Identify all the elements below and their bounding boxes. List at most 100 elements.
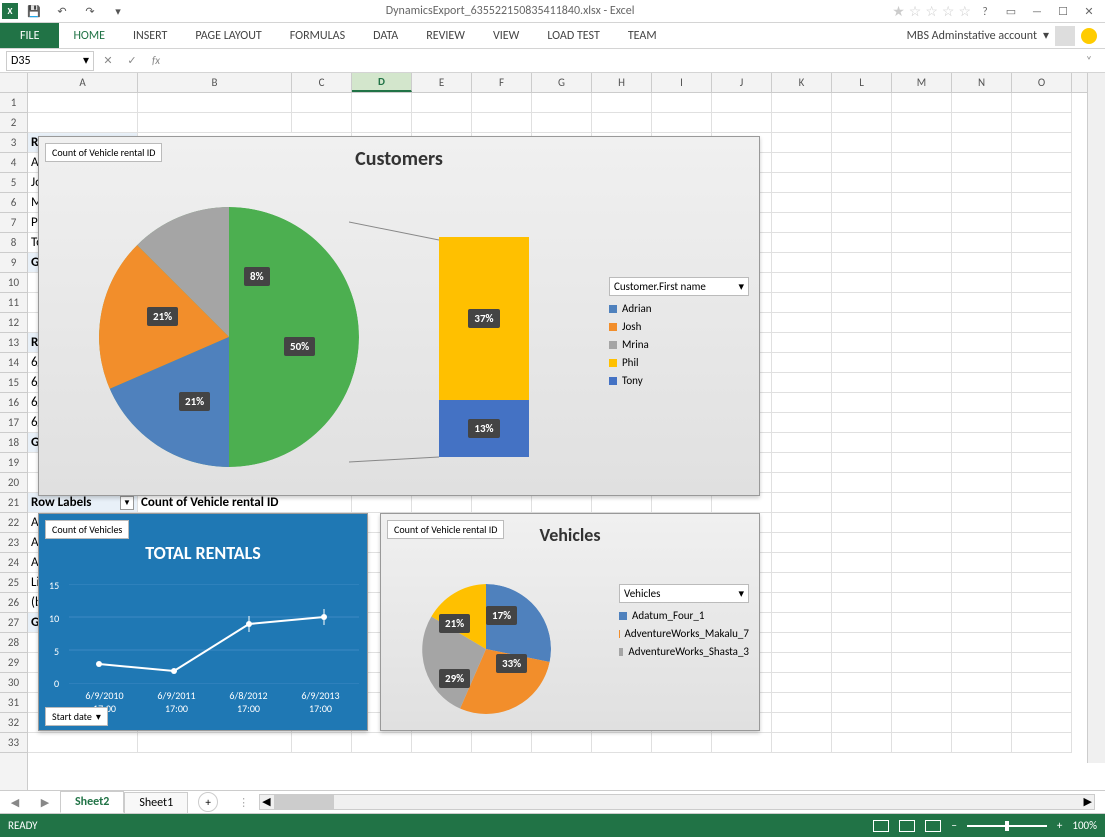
zoom-out-icon[interactable]: −	[951, 819, 956, 832]
cell[interactable]	[352, 493, 412, 513]
col-header[interactable]: E	[412, 73, 472, 92]
col-header[interactable]: K	[772, 73, 832, 92]
tab-file[interactable]: FILE	[0, 23, 59, 48]
cell[interactable]	[832, 293, 892, 313]
cell[interactable]	[652, 93, 712, 113]
cell[interactable]	[712, 113, 772, 133]
cell[interactable]	[592, 493, 652, 513]
cell[interactable]	[892, 213, 952, 233]
expand-formula-icon[interactable]: ˅	[1079, 51, 1099, 71]
formula-input[interactable]	[170, 51, 1075, 71]
cell[interactable]	[952, 313, 1012, 333]
cell[interactable]	[832, 693, 892, 713]
cell[interactable]	[712, 93, 772, 113]
cell[interactable]	[772, 293, 832, 313]
cell[interactable]	[292, 113, 352, 133]
cell[interactable]	[892, 453, 952, 473]
chart-vehicles[interactable]: Count of Vehicle rental ID Vehicles 17% …	[380, 513, 760, 731]
cell[interactable]	[412, 493, 472, 513]
col-header[interactable]: N	[952, 73, 1012, 92]
row-header[interactable]: 20	[0, 473, 27, 493]
cell[interactable]	[952, 253, 1012, 273]
row-header[interactable]: 10	[0, 273, 27, 293]
tab-insert[interactable]: INSERT	[119, 23, 181, 48]
cell[interactable]: Row Labels▼	[28, 493, 138, 513]
row-header[interactable]: 31	[0, 693, 27, 713]
cell[interactable]	[952, 533, 1012, 553]
cell[interactable]	[138, 113, 292, 133]
cell[interactable]	[1012, 273, 1072, 293]
chart-rentals[interactable]: Count of Vehicles TOTAL RENTALS 15 10 5 …	[38, 513, 368, 731]
cell[interactable]	[772, 333, 832, 353]
cell[interactable]	[1012, 333, 1072, 353]
cell[interactable]	[832, 513, 892, 533]
cell[interactable]	[832, 713, 892, 733]
smiley-icon[interactable]	[1081, 28, 1097, 44]
vertical-scrollbar[interactable]	[1087, 73, 1105, 763]
cell[interactable]	[832, 373, 892, 393]
cell[interactable]	[952, 593, 1012, 613]
cell[interactable]	[772, 673, 832, 693]
enter-icon[interactable]: ✓	[122, 51, 142, 71]
row-header[interactable]: 22	[0, 513, 27, 533]
cell[interactable]	[952, 613, 1012, 633]
cell[interactable]	[1012, 213, 1072, 233]
cell[interactable]	[772, 393, 832, 413]
cell[interactable]	[952, 473, 1012, 493]
cell[interactable]	[1012, 153, 1072, 173]
cell[interactable]	[1012, 453, 1072, 473]
cell[interactable]	[532, 113, 592, 133]
cell[interactable]	[1012, 353, 1072, 373]
cell[interactable]	[832, 153, 892, 173]
cell[interactable]	[952, 153, 1012, 173]
col-header[interactable]: O	[1012, 73, 1072, 92]
cell[interactable]	[772, 433, 832, 453]
cell[interactable]	[832, 273, 892, 293]
cell[interactable]	[832, 533, 892, 553]
cell[interactable]	[952, 433, 1012, 453]
cell[interactable]	[892, 633, 952, 653]
cell[interactable]	[832, 433, 892, 453]
cell[interactable]	[832, 653, 892, 673]
cell[interactable]	[952, 93, 1012, 113]
minimize-icon[interactable]: —	[1025, 1, 1049, 21]
row-header[interactable]: 21	[0, 493, 27, 513]
cell[interactable]	[472, 733, 532, 753]
cell[interactable]	[832, 173, 892, 193]
cell[interactable]	[532, 493, 592, 513]
cell[interactable]	[772, 693, 832, 713]
legend-title[interactable]: Vehicles▾	[619, 584, 749, 603]
row-header[interactable]: 15	[0, 373, 27, 393]
cell[interactable]	[832, 453, 892, 473]
legend-title[interactable]: Customer.First name▾	[609, 277, 749, 296]
add-sheet-icon[interactable]: +	[198, 792, 218, 812]
cell[interactable]	[772, 453, 832, 473]
cell[interactable]	[772, 173, 832, 193]
maximize-icon[interactable]: ☐	[1051, 1, 1075, 21]
cell[interactable]	[712, 493, 772, 513]
cell[interactable]	[1012, 173, 1072, 193]
cell[interactable]	[1012, 733, 1072, 753]
row-header[interactable]: 32	[0, 713, 27, 733]
cell[interactable]	[832, 193, 892, 213]
cell[interactable]	[952, 233, 1012, 253]
row-header[interactable]: 24	[0, 553, 27, 573]
cell[interactable]	[892, 153, 952, 173]
cell[interactable]	[832, 613, 892, 633]
cell[interactable]: Count of Vehicle rental ID	[138, 493, 352, 513]
cell[interactable]	[352, 93, 412, 113]
cell[interactable]	[892, 573, 952, 593]
row-header[interactable]: 18	[0, 433, 27, 453]
cell[interactable]	[1012, 553, 1072, 573]
cell[interactable]	[832, 353, 892, 373]
cell[interactable]	[952, 513, 1012, 533]
help-icon[interactable]: ?	[973, 1, 997, 21]
cell[interactable]	[832, 413, 892, 433]
cell[interactable]	[1012, 413, 1072, 433]
cell[interactable]	[832, 553, 892, 573]
cell[interactable]	[952, 293, 1012, 313]
cell[interactable]	[1012, 253, 1072, 273]
normal-view-icon[interactable]	[873, 820, 889, 832]
cell[interactable]	[832, 733, 892, 753]
cell[interactable]	[1012, 573, 1072, 593]
